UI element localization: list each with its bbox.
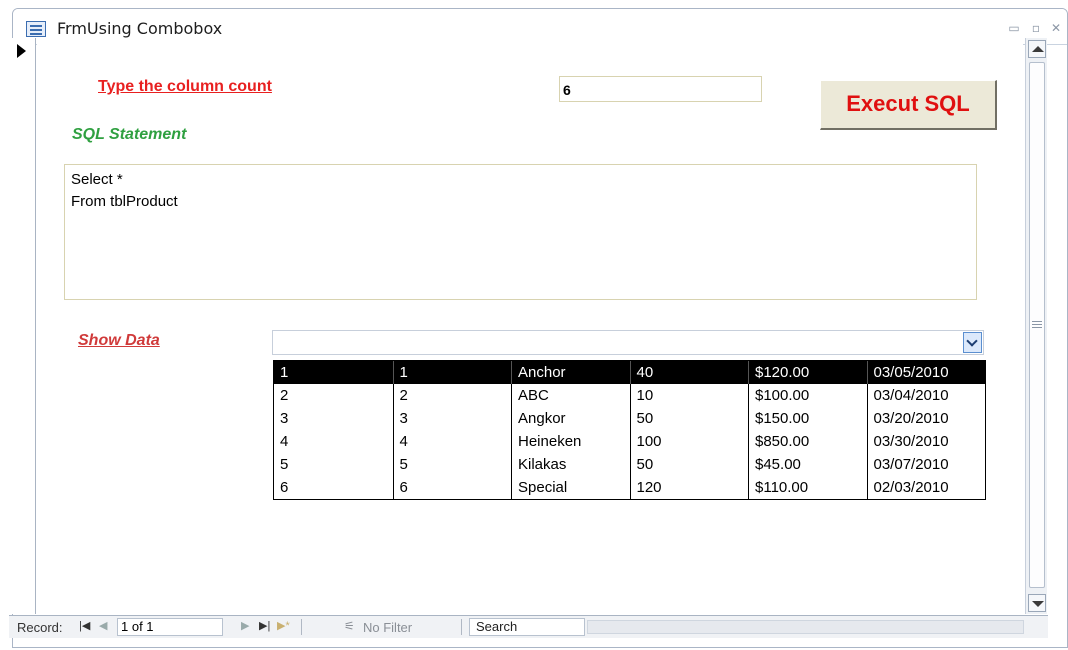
dropdown-cell: 6 <box>280 479 289 496</box>
scroll-thumb[interactable] <box>1029 62 1045 588</box>
dropdown-cell: 50 <box>629 407 749 430</box>
nav-divider <box>301 619 302 635</box>
nav-divider <box>461 619 462 635</box>
record-selector[interactable] <box>9 38 36 614</box>
next-record-icon[interactable]: ▶ <box>241 619 249 632</box>
dropdown-cell: ABC <box>511 384 630 407</box>
dropdown-cell: 2 <box>280 387 289 404</box>
dropdown-cell: 4 <box>280 433 289 450</box>
dropdown-cell: $100.00 <box>748 384 867 407</box>
dropdown-row[interactable]: 5 5 Kilakas 50 $45.00 03/07/2010 <box>274 453 985 476</box>
dropdown-cell: 1 <box>280 364 289 381</box>
dropdown-cell: 4 <box>392 430 512 453</box>
restore-icon[interactable]: ▫ <box>1028 21 1044 35</box>
dropdown-cell: 03/20/2010 <box>866 407 986 430</box>
dropdown-cell: $45.00 <box>748 453 867 476</box>
dropdown-cell: 6 <box>392 476 512 499</box>
record-position-input[interactable]: 1 of 1 <box>117 618 223 636</box>
record-navigation-bar: Record: |◀ ◀ 1 of 1 ▶ ▶| ▶* ⚟ No Filter … <box>9 615 1048 638</box>
minimize-icon[interactable]: ▭ <box>1006 21 1022 35</box>
dropdown-cell: $120.00 <box>748 361 867 384</box>
dropdown-cell: 3 <box>280 410 289 427</box>
dropdown-cell: $850.00 <box>748 430 867 453</box>
close-icon[interactable]: ✕ <box>1048 21 1064 35</box>
dropdown-cell: Special <box>511 476 630 499</box>
filter-icon: ⚟ <box>344 619 355 633</box>
dropdown-cell: 50 <box>629 453 749 476</box>
grip-icon <box>1032 321 1042 322</box>
dropdown-cell: Kilakas <box>511 453 630 476</box>
dropdown-cell: 3 <box>392 407 512 430</box>
dropdown-cell: 10 <box>629 384 749 407</box>
dropdown-cell: 03/30/2010 <box>866 430 986 453</box>
dropdown-row[interactable]: 4 4 Heineken 100 $850.00 03/30/2010 <box>274 430 985 453</box>
dropdown-cell: Anchor <box>511 361 630 384</box>
dropdown-cell: Angkor <box>511 407 630 430</box>
sql-statement-textbox[interactable]: Select * From tblProduct <box>64 164 977 300</box>
current-record-icon <box>17 44 26 58</box>
sql-statement-label: SQL Statement <box>72 126 187 143</box>
dropdown-row[interactable]: 1 1 Anchor 40 $120.00 03/05/2010 <box>274 361 985 384</box>
dropdown-row[interactable]: 3 3 Angkor 50 $150.00 03/20/2010 <box>274 407 985 430</box>
column-count-input[interactable]: 6 <box>559 76 762 102</box>
dropdown-cell: 120 <box>629 476 749 499</box>
column-count-label: Type the column count <box>98 78 272 95</box>
dropdown-cell: 1 <box>392 361 512 384</box>
form-icon <box>26 21 46 37</box>
first-record-icon[interactable]: |◀ <box>79 619 90 632</box>
show-data-label: Show Data <box>78 332 160 349</box>
vertical-scrollbar[interactable] <box>1025 38 1047 614</box>
scroll-up-icon[interactable] <box>1028 40 1046 58</box>
dropdown-cell: 02/03/2010 <box>866 476 986 499</box>
dropdown-cell: 100 <box>629 430 749 453</box>
dropdown-cell: $150.00 <box>748 407 867 430</box>
chevron-down-icon[interactable] <box>963 332 982 353</box>
execute-sql-button[interactable]: Execut SQL <box>820 80 997 130</box>
new-record-icon[interactable]: ▶* <box>277 619 290 632</box>
horizontal-scrollbar[interactable] <box>587 620 1024 634</box>
dropdown-cell: 03/05/2010 <box>866 361 986 384</box>
combobox-dropdown-list[interactable]: 1 1 Anchor 40 $120.00 03/05/2010 2 2 ABC 10 $100.0… <box>273 360 986 500</box>
previous-record-icon[interactable]: ◀ <box>99 619 107 632</box>
dropdown-cell: 03/04/2010 <box>866 384 986 407</box>
scroll-down-icon[interactable] <box>1028 594 1046 612</box>
dropdown-cell: 40 <box>629 361 749 384</box>
no-filter-button[interactable]: No Filter <box>363 620 412 635</box>
record-label: Record: <box>17 620 63 635</box>
search-input[interactable]: Search <box>469 618 585 636</box>
show-data-combobox[interactable] <box>272 330 984 355</box>
dropdown-cell: 2 <box>392 384 512 407</box>
dropdown-cell: Heineken <box>511 430 630 453</box>
window-title: FrmUsing Combobox <box>57 19 223 38</box>
dropdown-cell: 5 <box>392 453 512 476</box>
dropdown-cell: 5 <box>280 456 289 473</box>
dropdown-row[interactable]: 6 6 Special 120 $110.00 02/03/2010 <box>274 476 985 499</box>
dropdown-cell: 03/07/2010 <box>866 453 986 476</box>
dropdown-row[interactable]: 2 2 ABC 10 $100.00 03/04/2010 <box>274 384 985 407</box>
dropdown-cell: $110.00 <box>748 476 867 499</box>
last-record-icon[interactable]: ▶| <box>259 619 270 632</box>
